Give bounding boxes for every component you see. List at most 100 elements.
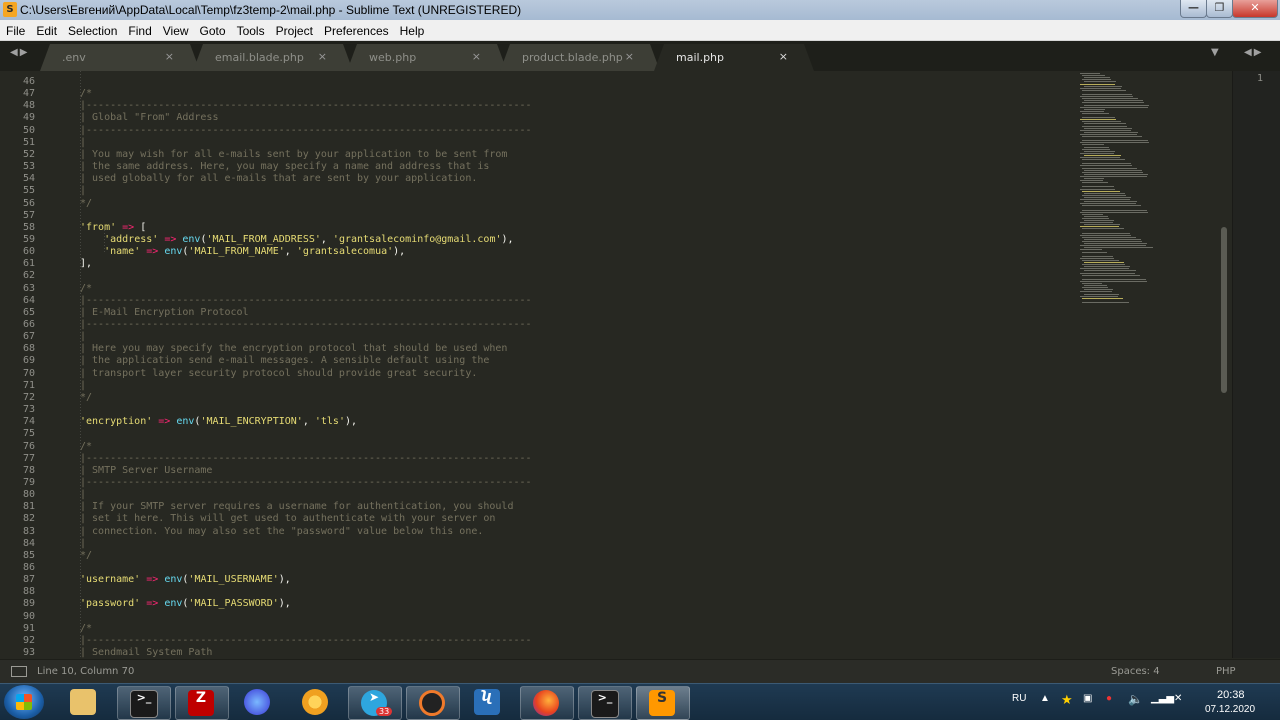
taskbar-terminal[interactable]: >_ <box>578 686 632 720</box>
clock-time[interactable]: 20:38 <box>1217 689 1245 701</box>
code-line: 'password' => env('MAIL_PASSWORD'), <box>80 598 291 610</box>
code-line: */ <box>80 549 93 561</box>
taskbar-filezilla[interactable]: Z <box>175 686 229 720</box>
menu-goto[interactable]: Goto <box>194 21 231 41</box>
line-number: 92 <box>22 634 35 646</box>
tab-bar: ◀▶ .env × email.blade.php × web.php × pr… <box>0 41 1280 71</box>
code-line: /* <box>80 88 93 100</box>
tab-close-icon[interactable]: × <box>472 50 481 63</box>
code-line: | <box>80 489 87 501</box>
tab-mail-active[interactable]: mail.php × <box>654 44 814 71</box>
line-number: 65 <box>22 306 35 318</box>
line-number: 83 <box>22 525 35 537</box>
windows-logo-icon <box>16 694 32 710</box>
star-icon[interactable]: ★ <box>1061 692 1073 708</box>
panel-toggle-icon[interactable] <box>11 666 27 677</box>
sublime-icon: S <box>649 690 675 716</box>
line-number: 48 <box>22 100 35 112</box>
second-editor-pane[interactable]: 1 <box>1232 71 1280 658</box>
tab-label: mail.php <box>676 51 725 64</box>
tab-close-icon[interactable]: × <box>625 50 634 63</box>
code-editor-icon: ʯ <box>474 689 500 715</box>
title-bar: S C:\Users\Евгений\AppData\Local\Temp\fz… <box>0 0 1280 20</box>
maximize-button[interactable]: ❐ <box>1206 0 1233 18</box>
taskbar-explorer[interactable] <box>58 686 110 718</box>
vertical-scrollbar[interactable] <box>1221 227 1227 393</box>
taskbar-telegram[interactable]: ➤ 33 <box>348 686 402 720</box>
code-editor[interactable]: /* |-------------------------------------… <box>80 71 1080 658</box>
code-line: /* <box>80 282 93 294</box>
language-indicator[interactable]: RU <box>1012 693 1026 704</box>
close-button[interactable]: ✕ <box>1232 0 1278 18</box>
clock-date[interactable]: 07.12.2020 <box>1205 704 1255 715</box>
line-number: 82 <box>22 513 35 525</box>
tab-label: .env <box>62 51 86 64</box>
menu-preferences[interactable]: Preferences <box>318 21 394 41</box>
code-line: | If your SMTP server requires a usernam… <box>80 501 514 513</box>
tab-web[interactable]: web.php × <box>347 44 507 71</box>
tab-email-blade[interactable]: email.blade.php × <box>193 44 353 71</box>
menu-find[interactable]: Find <box>122 21 156 41</box>
line-number: 79 <box>22 476 35 488</box>
tray-expand-icon[interactable]: ▲ <box>1040 693 1050 704</box>
code-line: | set it here. This will get used to aut… <box>80 513 496 525</box>
minimize-button[interactable]: — <box>1180 0 1207 18</box>
taskbar-pomotodo[interactable] <box>406 686 460 720</box>
taskbar-firefox[interactable] <box>520 686 574 720</box>
code-line: /* <box>80 622 93 634</box>
minimap[interactable] <box>1076 71 1221 311</box>
antivirus-icon[interactable]: ● <box>1106 693 1112 704</box>
code-line: | <box>80 136 87 148</box>
menu-tools[interactable]: Tools <box>231 21 270 41</box>
line-number: 67 <box>22 331 35 343</box>
line-number: 63 <box>22 282 35 294</box>
tab-dropdown-icon[interactable]: ▼ <box>1211 47 1221 58</box>
code-line: /* <box>80 440 93 452</box>
taskbar-firefox-dev[interactable] <box>232 686 284 718</box>
network-signal-icon[interactable]: ▁▃▅ <box>1151 693 1174 704</box>
tab-close-icon[interactable]: × <box>165 50 174 63</box>
tab-nav-arrows-right[interactable]: ◀▶ <box>1244 47 1263 58</box>
code-line: |---------------------------------------… <box>80 452 532 464</box>
menu-project[interactable]: Project <box>270 21 318 41</box>
speaker-icon[interactable]: 🔈 <box>1128 692 1143 706</box>
line-number: 81 <box>22 501 35 513</box>
menu-selection[interactable]: Selection <box>62 21 122 41</box>
taskbar-cmd[interactable]: >_ <box>117 686 171 720</box>
line-number: 47 <box>22 88 35 100</box>
filezilla-icon: Z <box>188 690 214 716</box>
menu-edit[interactable]: Edit <box>30 21 62 41</box>
menu-file[interactable]: File <box>0 21 30 41</box>
line-number: 46 <box>22 76 35 87</box>
tab-nav-arrows-left[interactable]: ◀▶ <box>10 47 29 58</box>
code-line: | <box>80 331 87 343</box>
line-number: 69 <box>22 355 35 367</box>
network-status-icon[interactable]: ✕ <box>1174 693 1182 704</box>
tab-close-icon[interactable]: × <box>318 50 327 63</box>
code-line: ], <box>80 258 93 270</box>
tab-close-icon[interactable]: × <box>779 50 788 63</box>
taskbar-chrome-canary[interactable] <box>290 686 342 718</box>
line-number: 73 <box>22 404 35 416</box>
menu-view[interactable]: View <box>157 21 194 41</box>
tab-product-blade[interactable]: product.blade.php × <box>500 44 660 71</box>
code-line: |---------------------------------------… <box>80 634 532 646</box>
tab-env[interactable]: .env × <box>40 44 200 71</box>
windows-taskbar: >_ Z ➤ 33 ʯ >_ S RU ▲ ★ ▣ ● 🔈 ▁▃▅ ✕ 20:3… <box>0 683 1280 720</box>
tab-label: product.blade.php <box>522 51 623 64</box>
indentation-setting[interactable]: Spaces: 4 <box>1111 666 1160 677</box>
code-line: | You may wish for all e-mails sent by y… <box>80 148 508 160</box>
code-line: | the same address. Here, you may specif… <box>80 161 490 173</box>
start-button[interactable] <box>4 685 44 719</box>
syntax-setting[interactable]: PHP <box>1216 666 1236 677</box>
taskbar-sublime-active[interactable]: S <box>636 686 690 720</box>
line-number: 88 <box>22 586 35 598</box>
sublime-app-icon: S <box>3 2 17 17</box>
menu-bar: File Edit Selection Find View Goto Tools Projec… <box>0 20 1280 41</box>
menu-help[interactable]: Help <box>394 21 430 41</box>
clipboard-icon[interactable]: ▣ <box>1083 693 1092 704</box>
line-number: 55 <box>22 185 35 197</box>
taskbar-vscode[interactable]: ʯ <box>462 686 514 718</box>
code-line: | <box>80 185 87 197</box>
line-number: 49 <box>22 112 35 124</box>
